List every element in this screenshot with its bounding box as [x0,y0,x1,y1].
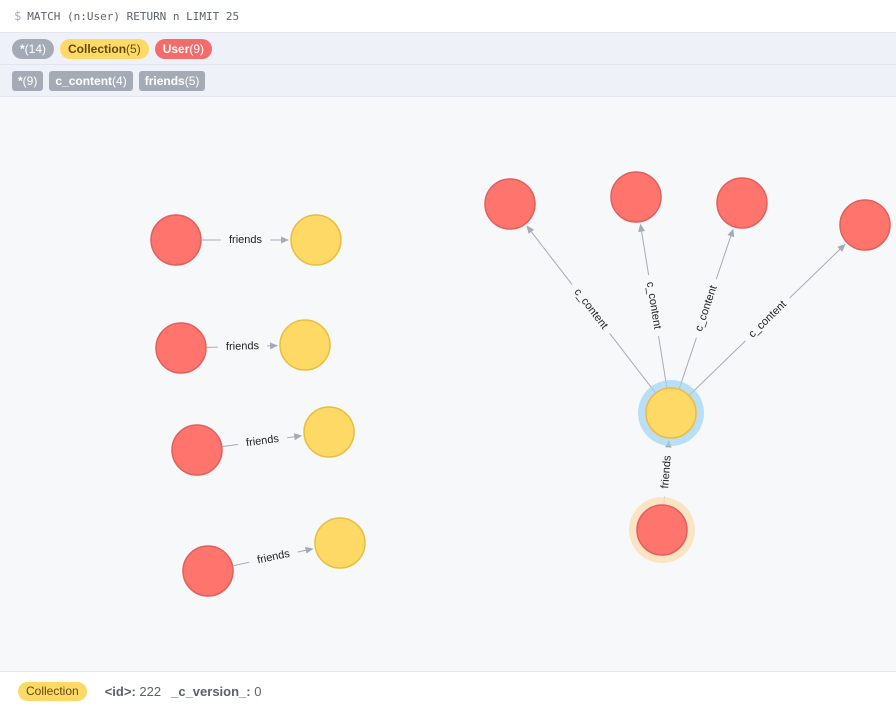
collection-node[interactable] [645,387,697,439]
edge-label: c_content [571,286,610,331]
user-node[interactable] [839,199,891,251]
edge-label: friends [226,340,260,353]
rel-type-friends[interactable]: friends (5) [138,70,206,91]
relationship-edge[interactable]: c_content [638,223,668,388]
node-label-count: (9) [189,41,205,56]
relationship-types-bar: * (9) c_content (4) friends (5) [0,65,896,97]
relationship-edge[interactable]: friends [233,545,314,570]
edge-arrowhead [526,225,535,234]
relationship-edge[interactable]: c_content [526,225,656,393]
edge-arrowhead [727,228,735,238]
query-text: MATCH (n:User) RETURN n LIMIT 25 [27,9,240,23]
rel-type-all[interactable]: * (9) [12,70,44,91]
property-key: _c_version_: [171,683,251,699]
user-node[interactable] [484,178,536,230]
relationship-edge[interactable]: friends [657,439,676,505]
relationship-edge[interactable]: friends [206,338,279,355]
node-label-collection[interactable]: Collection (5) [60,38,149,59]
user-node[interactable] [636,504,688,556]
edges-layer: friends friends friends friends c_content c_c… [202,223,846,570]
user-node[interactable] [610,171,662,223]
rel-type-name: friends [144,73,185,88]
property-c-version: _c_version_: 0 [171,684,261,699]
rel-type-name: c_content [55,73,113,88]
query-bar[interactable]: $ MATCH (n:User) RETURN n LIMIT 25 [0,0,896,33]
property-key: <id>: [104,683,136,699]
edge-label: c_content [693,284,720,333]
edge-arrowhead [293,433,303,441]
edge-arrowhead [305,546,314,554]
node-label-count: (5) [126,41,141,56]
edge-arrowhead [269,342,279,350]
relationship-edge[interactable]: friends [202,233,289,247]
details-footer: Collection <id>: 222 _c_version_: 0 [0,671,896,710]
user-node[interactable] [182,545,234,597]
node-label-count: (14) [24,41,47,56]
user-node[interactable] [171,424,223,476]
node-label-user[interactable]: User (9) [154,38,213,59]
property-value: 222 [139,683,162,699]
edge-label: friends [659,455,674,489]
selected-node-label[interactable]: Collection [18,681,87,701]
rel-type-count: (5) [184,73,200,88]
collection-node[interactable] [279,319,331,371]
rel-type-count: (9) [22,73,38,88]
edge-label: c_content [746,298,789,340]
collection-node[interactable] [290,214,342,266]
edge-arrowhead [281,236,289,244]
edge-label: friends [245,433,280,449]
user-node[interactable] [155,322,207,374]
node-labels-bar: * (14) Collection (5) User (9) [0,33,896,65]
collection-node[interactable] [314,517,366,569]
relationship-edge[interactable]: c_content [689,243,846,396]
user-node[interactable] [716,177,768,229]
node-label-name: User [162,41,190,56]
rel-type-count: (4) [112,73,127,88]
relationship-edge[interactable]: c_content [678,228,735,389]
edge-arrowhead [638,223,646,233]
prompt-symbol: $ [14,9,22,23]
property-id: <id>: 222 [105,684,161,699]
node-label-name: Collection [68,41,127,56]
edge-label: friends [229,234,263,246]
graph-svg[interactable]: friends friends friends friends c_content c_c… [0,97,896,671]
property-value: 0 [254,683,262,699]
graph-canvas[interactable]: friends friends friends friends c_content c_c… [0,97,896,671]
rel-type-c-content[interactable]: c_content (4) [49,70,133,91]
node-label-all[interactable]: * (14) [12,38,55,59]
relationship-edge[interactable]: friends [222,430,303,452]
user-node[interactable] [150,214,202,266]
graph-result-panel: $ MATCH (n:User) RETURN n LIMIT 25 * (14)… [0,0,896,710]
collection-node[interactable] [303,406,355,458]
